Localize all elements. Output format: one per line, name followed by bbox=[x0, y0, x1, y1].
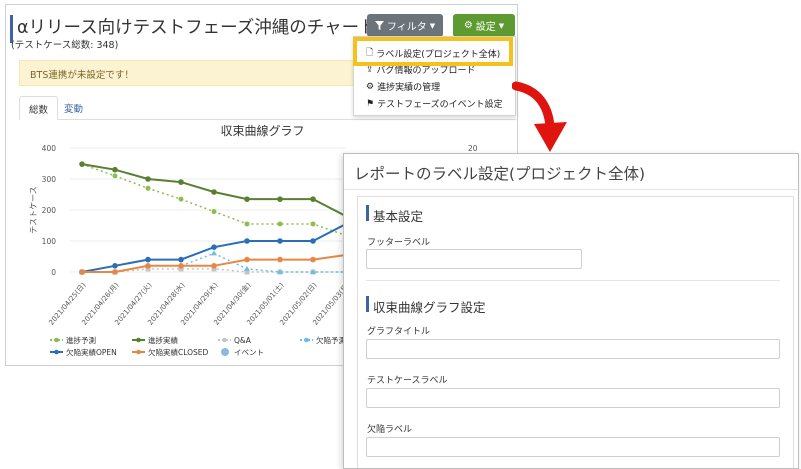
data-point bbox=[244, 238, 250, 244]
data-point bbox=[145, 176, 151, 182]
test-case-label-input[interactable] bbox=[366, 388, 780, 408]
data-point bbox=[211, 209, 217, 215]
legend-label: 進捗実績 bbox=[148, 335, 178, 345]
upload-icon: ⇪ bbox=[366, 64, 374, 75]
y-tick-label: 100 bbox=[42, 237, 57, 246]
data-point bbox=[277, 256, 283, 263]
legend-label: 欠陥実績OPEN bbox=[66, 347, 117, 357]
legend-marker bbox=[136, 337, 141, 343]
legend-label: 欠陥実績CLOSED bbox=[148, 347, 209, 357]
data-point bbox=[211, 189, 217, 195]
data-point bbox=[244, 196, 250, 202]
label-settings-modal: レポートのラベル設定(プロジェクト全体) 基本設定 フッターラベル 収束曲線グラ… bbox=[343, 153, 799, 469]
data-point bbox=[112, 269, 118, 275]
legend-marker bbox=[222, 337, 227, 343]
data-point bbox=[145, 185, 151, 191]
graph-title-input[interactable] bbox=[366, 339, 780, 359]
data-point bbox=[178, 256, 184, 263]
data-point bbox=[112, 173, 118, 179]
defect-label-input[interactable] bbox=[366, 437, 780, 457]
y-tick-label: 400 bbox=[42, 144, 57, 153]
section-accent-bar bbox=[366, 296, 369, 312]
data-point bbox=[244, 221, 250, 227]
menu-item-label-settings[interactable]: 🗋 ラベル設定(プロジェクト全体) bbox=[366, 45, 500, 61]
data-point bbox=[277, 238, 283, 244]
legend-label: 欠陥予測 bbox=[316, 335, 346, 345]
data-point bbox=[211, 250, 217, 256]
data-point bbox=[178, 263, 184, 269]
legend-label: イベント bbox=[234, 348, 264, 357]
menu-item-label: 進捗実績の管理 bbox=[377, 83, 441, 93]
data-point bbox=[178, 179, 184, 185]
red-arrow-icon bbox=[512, 81, 567, 152]
gears-icon: ⚙ bbox=[366, 81, 375, 92]
document-icon: 🗋 bbox=[366, 48, 374, 58]
y-tick-label: 0 bbox=[51, 268, 56, 277]
flag-icon: ⚑ bbox=[366, 98, 375, 109]
modal-header: レポートのラベル設定(プロジェクト全体) bbox=[344, 154, 798, 190]
data-point bbox=[79, 269, 85, 275]
section-title-basic: 基本設定 bbox=[373, 209, 424, 224]
data-point bbox=[178, 196, 184, 202]
data-point bbox=[244, 265, 250, 271]
data-point bbox=[112, 263, 118, 269]
section-title-convergence: 収束曲線グラフ設定 bbox=[373, 300, 486, 315]
series-line bbox=[81, 163, 380, 227]
legend-marker bbox=[221, 348, 229, 356]
data-point bbox=[310, 196, 316, 202]
y-axis-label: テストケース bbox=[29, 186, 38, 234]
data-point bbox=[145, 263, 151, 269]
menu-item-label: バグ情報のアップロード bbox=[376, 66, 476, 76]
data-point bbox=[211, 263, 217, 269]
menu-item-event-settings[interactable]: ⚑ テストフェーズのイベント設定 bbox=[366, 97, 503, 111]
legend-marker bbox=[54, 349, 59, 355]
y-tick-label: 300 bbox=[42, 175, 57, 184]
menu-item-label: ラベル設定(プロジェクト全体) bbox=[376, 49, 501, 60]
test-case-label-caption: テストケースラベル bbox=[367, 376, 448, 386]
menu-item-progress-management[interactable]: ⚙ 進捗実績の管理 bbox=[366, 80, 441, 94]
data-point bbox=[145, 256, 151, 263]
data-point bbox=[79, 161, 85, 167]
legend-marker bbox=[136, 349, 141, 355]
legend-marker bbox=[54, 337, 59, 343]
data-point bbox=[310, 256, 316, 263]
data-point bbox=[277, 196, 283, 202]
modal-title: レポートのラベル設定(プロジェクト全体) bbox=[354, 165, 646, 183]
legend-label: Q&A bbox=[234, 336, 252, 345]
section-divider bbox=[366, 280, 780, 281]
legend-label: 進捗予測 bbox=[66, 335, 96, 345]
y2-tick-label: 20 bbox=[468, 144, 478, 153]
data-point bbox=[310, 238, 316, 244]
menu-item-label: テストフェーズのイベント設定 bbox=[377, 100, 503, 110]
screenshot-stage: αリリース向けテストフェーズ沖縄のチャート (テストケース総数: 348) フィ… bbox=[0, 0, 801, 469]
y-tick-label: 200 bbox=[42, 206, 57, 215]
footer-label-caption: フッターラベル bbox=[367, 238, 431, 248]
data-point bbox=[211, 244, 217, 250]
footer-label-input[interactable] bbox=[366, 249, 582, 269]
data-point bbox=[277, 221, 283, 227]
section-accent-bar bbox=[366, 205, 369, 221]
data-point bbox=[112, 166, 118, 173]
defect-label-caption: 欠陥ラベル bbox=[367, 425, 413, 435]
graph-title-caption: グラフタイトル bbox=[367, 327, 431, 337]
legend-marker bbox=[304, 337, 309, 343]
menu-item-bug-upload[interactable]: ⇪ バグ情報のアップロード bbox=[366, 63, 476, 77]
data-point bbox=[244, 256, 250, 263]
data-point bbox=[310, 221, 316, 227]
settings-dropdown-menu: 🗋 ラベル設定(プロジェクト全体) ⇪ バグ情報のアップロード ⚙ 進捗実績の管… bbox=[353, 36, 516, 116]
